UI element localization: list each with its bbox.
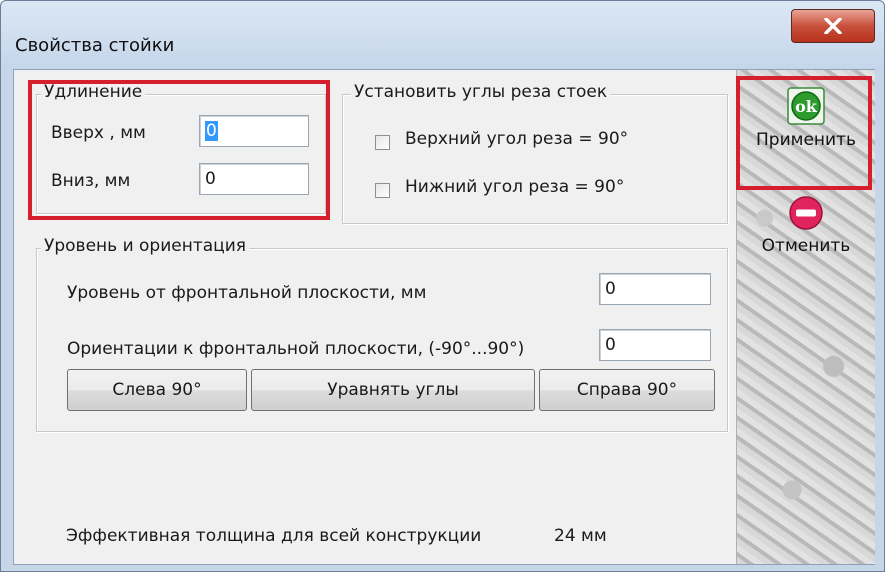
ok-icon-text: ok <box>795 97 818 116</box>
level-input[interactable]: 0 <box>599 273 711 305</box>
cut-angles-group: Установить углы реза стоек Верхний угол … <box>342 82 728 224</box>
level-orientation-legend: Уровень и ориентация <box>41 236 249 256</box>
orientation-input[interactable]: 0 <box>599 329 711 361</box>
extension-group: Удлинение Вверх , мм 0 Вниз, мм 0 <box>36 82 326 214</box>
side-panel: ok Применить Отменить <box>736 70 875 564</box>
top-cut-label: Верхний угол реза = 90° <box>405 129 629 149</box>
extension-legend: Удлинение <box>41 82 146 102</box>
left-90-button[interactable]: Слева 90° <box>67 369 247 411</box>
apply-button[interactable]: ok Применить <box>739 86 873 150</box>
thickness-label: Эффективная толщина для всей конструкции <box>66 526 482 546</box>
close-button[interactable] <box>791 9 875 43</box>
bottom-cut-label: Нижний угол реза = 90° <box>405 177 625 197</box>
cut-angles-legend: Установить углы реза стоек <box>351 82 611 102</box>
up-input[interactable]: 0 <box>199 115 309 147</box>
level-orientation-group: Уровень и ориентация Уровень от фронталь… <box>36 236 728 432</box>
cancel-label: Отменить <box>761 236 851 256</box>
cancel-button[interactable]: Отменить <box>739 194 873 256</box>
up-input-value: 0 <box>205 121 218 141</box>
down-input[interactable]: 0 <box>199 163 309 195</box>
window-title: Свойства стойки <box>15 35 175 56</box>
ok-icon: ok <box>787 87 825 125</box>
bottom-cut-checkbox[interactable] <box>375 183 390 198</box>
up-label: Вверх , мм <box>51 123 146 143</box>
down-label: Вниз, мм <box>51 171 131 191</box>
level-label: Уровень от фронтальной плоскости, мм <box>67 283 427 303</box>
dialog-window: Свойства стойки Удлинение Вверх , мм 0 В… <box>0 0 885 572</box>
cancel-icon <box>789 196 823 230</box>
thickness-value: 24 мм <box>554 526 607 546</box>
right-90-button[interactable]: Справа 90° <box>539 369 715 411</box>
equalize-angles-button[interactable]: Уравнять углы <box>251 369 535 411</box>
orientation-label: Ориентации к фронтальной плоскости, (-90… <box>67 339 525 359</box>
close-icon <box>824 18 842 34</box>
dialog-body: Удлинение Вверх , мм 0 Вниз, мм 0 Устано… <box>13 69 875 565</box>
top-cut-checkbox[interactable] <box>375 135 390 150</box>
apply-label: Применить <box>756 130 856 150</box>
title-bar[interactable]: Свойства стойки <box>1 1 884 69</box>
